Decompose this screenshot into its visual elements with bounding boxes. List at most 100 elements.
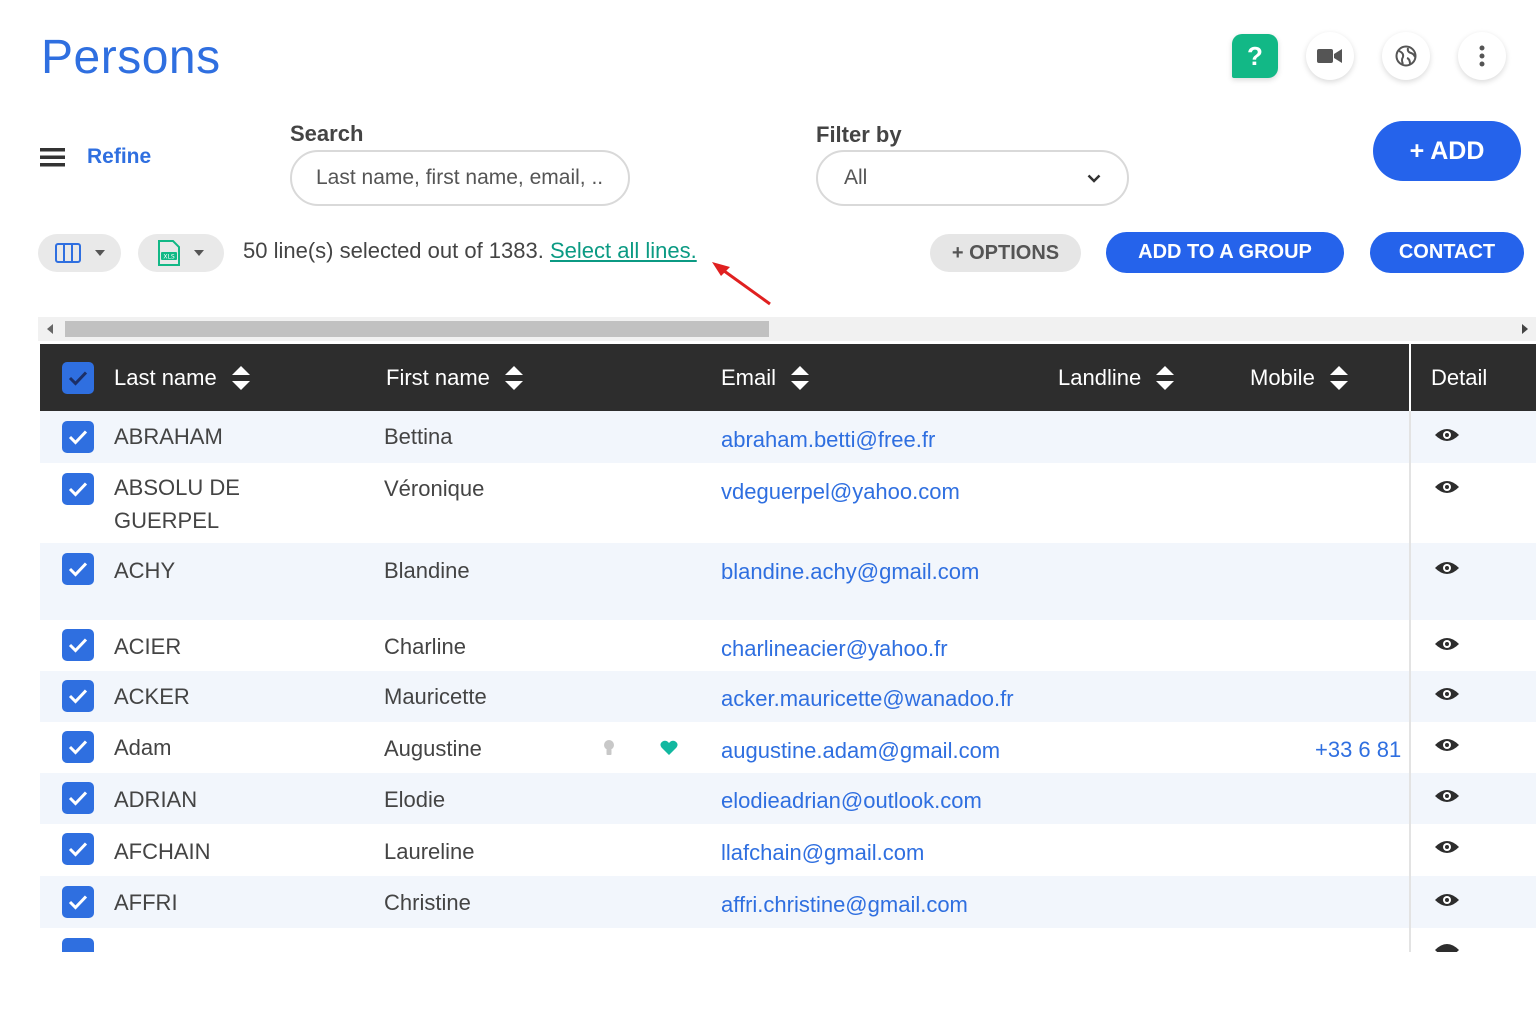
- eye-icon[interactable]: [1434, 892, 1460, 908]
- add-button[interactable]: + ADD: [1373, 121, 1521, 181]
- eye-icon[interactable]: [1434, 942, 1460, 952]
- row-checkbox[interactable]: [62, 938, 94, 952]
- horizontal-scrollbar[interactable]: [38, 317, 1536, 341]
- scroll-left-icon[interactable]: [47, 324, 53, 334]
- cell-email[interactable]: acker.mauricette@wanadoo.fr: [721, 686, 1014, 712]
- contact-button[interactable]: CONTACT: [1370, 232, 1524, 273]
- column-mobile[interactable]: Mobile: [1250, 344, 1349, 411]
- table-row[interactable]: ACHY Blandine blandine.achy@gmail.com: [40, 543, 1536, 620]
- cell-last-name: AFFRI: [114, 890, 178, 915]
- row-checkbox[interactable]: [62, 680, 94, 712]
- annotation-arrow-icon: [712, 262, 771, 306]
- column-last-name[interactable]: Last name: [114, 344, 251, 411]
- select-all-checkbox[interactable]: [62, 362, 94, 394]
- cell-email[interactable]: affri.christine@gmail.com: [721, 892, 968, 918]
- table-row[interactable]: AFFRI Christine affri.christine@gmail.co…: [40, 876, 1536, 928]
- select-all-link[interactable]: Select all lines.: [550, 238, 697, 263]
- add-to-group-button[interactable]: ADD TO A GROUP: [1106, 232, 1344, 273]
- row-checkbox[interactable]: [62, 629, 94, 661]
- column-email-label: Email: [721, 364, 777, 390]
- filter-value: All: [844, 166, 868, 189]
- eye-icon[interactable]: [1434, 839, 1460, 855]
- table-row-partial[interactable]: [40, 928, 1536, 952]
- scroll-right-icon[interactable]: [1522, 324, 1528, 334]
- eye-icon[interactable]: [1434, 636, 1460, 652]
- svg-text:XLS: XLS: [163, 254, 174, 261]
- sort-icon: [791, 365, 810, 390]
- options-button[interactable]: + OPTIONS: [930, 234, 1081, 272]
- video-camera-icon: [1317, 49, 1342, 63]
- cell-email[interactable]: abraham.betti@free.fr: [721, 427, 935, 453]
- detail-column-divider: [1409, 344, 1411, 952]
- column-landline[interactable]: Landline: [1058, 344, 1175, 411]
- cell-mobile[interactable]: +33 6 81: [1315, 737, 1401, 763]
- eye-icon[interactable]: [1434, 788, 1460, 804]
- row-checkbox[interactable]: [62, 886, 94, 918]
- scrollbar-thumb[interactable]: [65, 321, 769, 337]
- eye-icon[interactable]: [1434, 479, 1460, 495]
- cell-email[interactable]: charlineacier@yahoo.fr: [721, 636, 948, 662]
- row-checkbox[interactable]: [62, 473, 94, 505]
- filter-label: Filter by: [816, 122, 902, 147]
- more-menu-button[interactable]: [1458, 32, 1506, 80]
- export-xls-selector[interactable]: XLS: [138, 234, 224, 272]
- video-button[interactable]: [1306, 32, 1354, 80]
- more-vertical-icon: [1479, 45, 1485, 67]
- table-row[interactable]: Adam Augustine augustine.adam@gmail.com …: [40, 722, 1536, 773]
- eye-icon[interactable]: [1434, 560, 1460, 576]
- filter-select[interactable]: All: [816, 150, 1129, 206]
- table-row[interactable]: ACIER Charline charlineacier@yahoo.fr: [40, 620, 1536, 671]
- eye-icon[interactable]: [1434, 427, 1460, 443]
- cell-last-name: Adam: [114, 735, 172, 760]
- table-row[interactable]: ABRAHAM Bettina abraham.betti@free.fr: [40, 411, 1536, 463]
- cell-first-name: Charline: [384, 634, 466, 659]
- row-checkbox[interactable]: [62, 553, 94, 585]
- globe-icon: [1395, 45, 1417, 67]
- chevron-down-icon: [1087, 174, 1101, 183]
- detail-header-divider: [1409, 344, 1411, 411]
- search-input[interactable]: [290, 150, 630, 206]
- cell-first-name: Laureline: [384, 839, 475, 864]
- column-first-name[interactable]: First name: [386, 344, 524, 411]
- cell-first-name: Bettina: [384, 424, 453, 449]
- heart-icon: [660, 740, 678, 755]
- columns-selector[interactable]: [38, 234, 121, 272]
- cell-email[interactable]: blandine.achy@gmail.com: [721, 559, 979, 585]
- globe-button[interactable]: [1382, 32, 1430, 80]
- table-row[interactable]: AFCHAIN Laureline llafchain@gmail.com: [40, 824, 1536, 876]
- cell-email[interactable]: llafchain@gmail.com: [721, 840, 924, 866]
- checkmark-icon: [68, 638, 88, 653]
- eye-icon[interactable]: [1434, 686, 1460, 702]
- refine-label: Refine: [87, 145, 152, 168]
- sort-icon: [1329, 365, 1348, 390]
- cell-last-name: ACHY: [114, 558, 176, 583]
- row-checkbox[interactable]: [62, 782, 94, 814]
- cell-email[interactable]: augustine.adam@gmail.com: [721, 738, 1000, 764]
- cell-first-name: Mauricette: [384, 684, 487, 709]
- cell-last-name: ADRIAN: [114, 787, 198, 812]
- row-checkbox[interactable]: [62, 833, 94, 865]
- sort-icon: [1156, 365, 1175, 390]
- cell-email[interactable]: vdeguerpel@yahoo.com: [721, 479, 960, 505]
- row-checkbox[interactable]: [62, 421, 94, 453]
- checkmark-icon: [68, 791, 88, 806]
- checkmark-icon: [68, 430, 88, 445]
- xls-file-icon: XLS: [158, 240, 180, 266]
- checkmark-icon: [68, 482, 88, 497]
- row-checkbox[interactable]: [62, 731, 94, 763]
- column-email[interactable]: Email: [721, 344, 810, 411]
- checkmark-icon: [68, 689, 88, 704]
- table-row[interactable]: ACKER Mauricette acker.mauricette@wanado…: [40, 671, 1536, 722]
- checkmark-icon: [68, 895, 88, 910]
- page-bottom-area: [0, 952, 1536, 1024]
- sort-icon: [231, 365, 250, 390]
- persons-table: Last name First name Email Landline Mobi…: [40, 344, 1536, 952]
- refine-toggle[interactable]: Refine: [40, 145, 151, 169]
- table-row[interactable]: ADRIAN Elodie elodieadrian@outlook.com: [40, 773, 1536, 824]
- cell-first-name: Christine: [384, 890, 471, 915]
- help-button[interactable]: ?: [1232, 34, 1278, 78]
- columns-icon: [54, 243, 81, 263]
- cell-email[interactable]: elodieadrian@outlook.com: [721, 788, 982, 814]
- eye-icon[interactable]: [1434, 737, 1460, 753]
- table-row[interactable]: ABSOLU DE GUERPEL Véronique vdeguerpel@y…: [40, 463, 1536, 543]
